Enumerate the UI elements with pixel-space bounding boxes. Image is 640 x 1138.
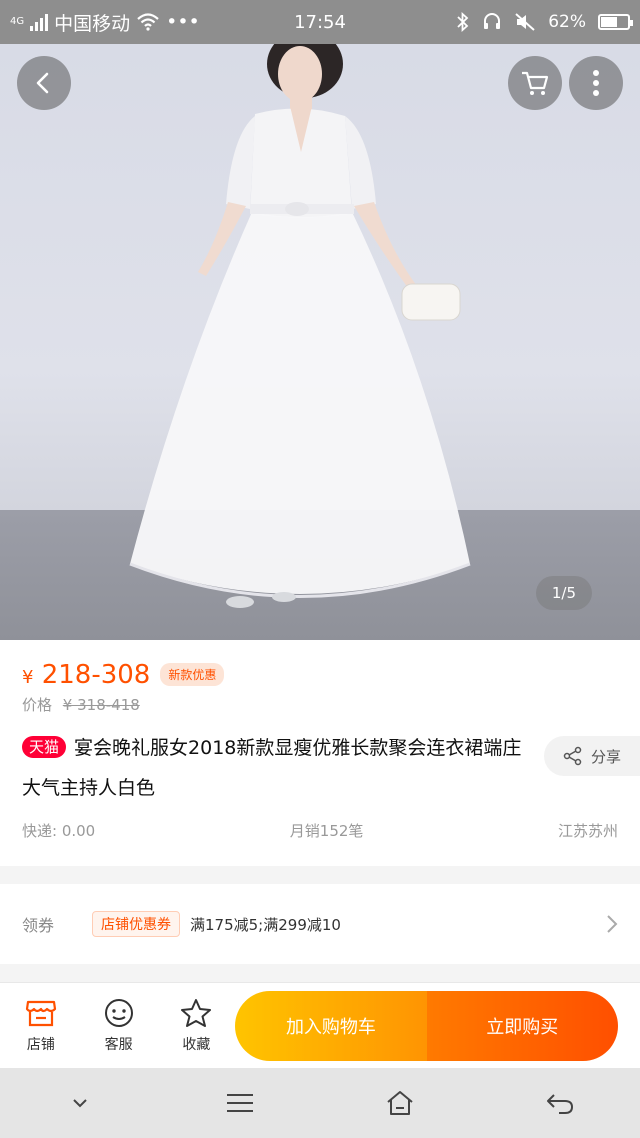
status-left: 4G 中国移动 ••• [10,9,270,36]
store-tab[interactable]: 店铺 [2,998,80,1054]
tmall-badge: 天猫 [22,736,67,758]
bottom-action-bar: 店铺 客服 收藏 加入购物车 立即购买 [0,982,640,1068]
cart-button[interactable] [508,56,562,110]
favorite-label: 收藏 [182,1036,211,1053]
back-icon [36,72,49,94]
currency-symbol: ¥ [22,667,34,688]
star-icon [181,998,212,1027]
more-button[interactable] [569,56,623,110]
carrier-name: 中国移动 [54,12,131,35]
product-gallery[interactable]: 1/5 [0,44,640,640]
menu-icon [227,1094,253,1112]
battery-icon [598,14,633,30]
buy-now-button[interactable]: 立即购买 [426,990,618,1061]
battery-level [601,17,617,27]
chevron-right-icon [607,915,618,933]
signal-icon [30,13,49,31]
chevron-down-icon [73,1099,87,1108]
product-info: ¥ 218-308 新款优惠 价格 ¥ 318-418 天猫 宴会晚礼服女2018… [0,640,640,866]
cart-icon [522,71,549,95]
price-value: 218-308 [41,660,151,690]
back-arrow-icon [547,1094,574,1114]
status-right: 62% [456,12,633,32]
battery-percent: 62% [548,12,586,32]
purchase-buttons: 加入购物车 立即购买 [235,990,618,1061]
coupon-label: 领券 [22,916,55,935]
bluetooth-icon [457,12,469,32]
nav-collapse-button[interactable] [40,1098,120,1108]
headset-icon [484,13,501,29]
store-coupon-tag: 店铺优惠券 [92,911,180,937]
price-row: ¥ 218-308 新款优惠 [22,660,225,690]
favorite-tab[interactable]: 收藏 [158,998,236,1054]
coupon-row[interactable]: 领券 店铺优惠券 满175减5;满299减10 [0,884,640,964]
home-icon [387,1091,413,1115]
nav-home-button[interactable] [360,1090,440,1116]
shipping-fee: 快递: 0.00 [22,822,96,840]
store-label: 店铺 [26,1036,55,1053]
customer-service-icon [104,998,133,1027]
ship-location: 江苏苏州 [557,822,618,840]
monthly-sales: 月销152笔 [289,822,364,840]
mute-icon [515,13,535,31]
original-price: ¥ 318-418 [62,696,140,714]
original-price-row: 价格 ¥ 318-418 [22,694,140,715]
share-button[interactable]: 分享 [544,736,640,776]
share-icon [563,746,582,766]
image-page-indicator: 1/5 [535,576,592,610]
share-label: 分享 [590,747,621,766]
product-title-text: 宴会晚礼服女2018新款显瘦优雅长款聚会连衣裙端庄大气主持人白色 [22,737,522,799]
service-tab[interactable]: 客服 [80,998,158,1054]
system-nav-bar [0,1068,640,1138]
back-button[interactable] [17,56,71,110]
nav-menu-button[interactable] [200,1093,280,1113]
promo-tag: 新款优惠 [160,663,225,686]
product-title: 天猫 宴会晚礼服女2018新款显瘦优雅长款聚会连衣裙端庄大气主持人白色 [22,728,532,808]
add-to-cart-button[interactable]: 加入购物车 [235,990,427,1061]
more-icon [593,70,599,96]
product-photo [129,44,471,608]
status-bar: 4G 中国移动 ••• 17:54 62% [0,0,640,44]
nav-back-button[interactable] [520,1092,600,1114]
wifi-icon [137,13,159,31]
store-icon [25,1000,56,1026]
price: ¥ 218-308 [22,660,150,690]
coupon-text: 满175减5;满299减10 [190,915,341,934]
original-price-label: 价格 [22,696,53,714]
network-type: 4G [10,16,25,27]
meta-row: 快递: 0.00 月销152笔 江苏苏州 [22,820,618,841]
service-label: 客服 [104,1036,133,1053]
status-dots: ••• [166,11,200,33]
